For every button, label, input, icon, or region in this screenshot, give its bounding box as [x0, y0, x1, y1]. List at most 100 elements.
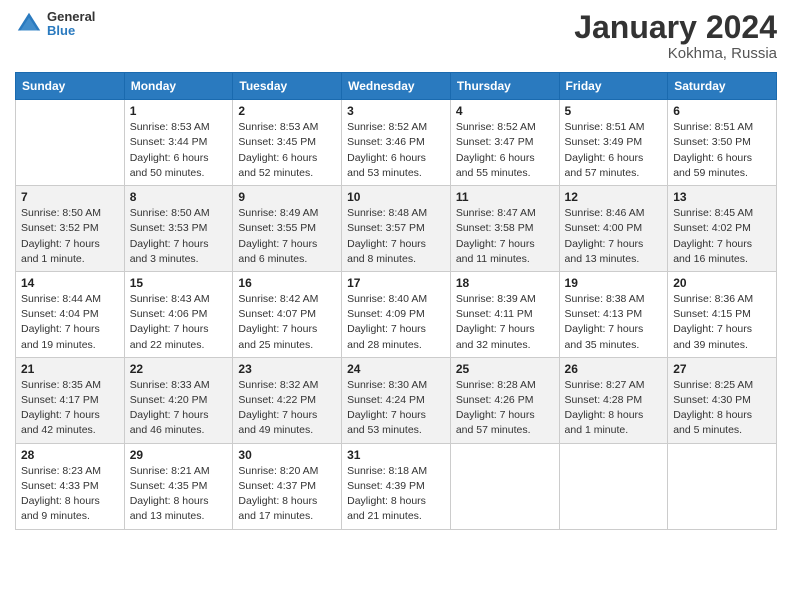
day-info: Sunrise: 8:40 AMSunset: 4:09 PMDaylight:…	[347, 292, 445, 353]
day-info: Sunrise: 8:50 AMSunset: 3:53 PMDaylight:…	[130, 206, 228, 267]
day-number: 20	[673, 276, 771, 290]
day-info: Sunrise: 8:52 AMSunset: 3:47 PMDaylight:…	[456, 120, 554, 181]
calendar-cell: 11Sunrise: 8:47 AMSunset: 3:58 PMDayligh…	[450, 186, 559, 272]
calendar-cell: 31 Sunrise: 8:18 AMSunset: 4:39 PMDayligh…	[342, 443, 451, 529]
day-info: Sunrise: 8:51 AMSunset: 3:50 PMDaylight:…	[673, 120, 771, 181]
day-number: 11	[456, 190, 554, 204]
day-number: 7	[21, 190, 119, 204]
day-info: Sunrise: 8:35 AMSunset: 4:17 PMDaylight:…	[21, 378, 119, 439]
calendar-cell: 4 Sunrise: 8:52 AMSunset: 3:47 PMDaylight…	[450, 100, 559, 186]
day-info: Sunrise: 8:36 AMSunset: 4:15 PMDaylight:…	[673, 292, 771, 353]
day-info: Sunrise: 8:20 AMSunset: 4:37 PMDaylight:…	[238, 464, 336, 525]
logo-text: General Blue	[47, 10, 95, 39]
calendar-cell: 29Sunrise: 8:21 AMSunset: 4:35 PMDayligh…	[124, 443, 233, 529]
day-number: 5	[565, 104, 663, 118]
day-info: Sunrise: 8:50 AMSunset: 3:52 PMDaylight:…	[21, 206, 119, 267]
day-number: 6	[673, 104, 771, 118]
day-info: Sunrise: 8:25 AMSunset: 4:30 PMDaylight:…	[673, 378, 771, 439]
day-number: 21	[21, 362, 119, 376]
calendar-cell: 3 Sunrise: 8:52 AMSunset: 3:46 PMDaylight…	[342, 100, 451, 186]
calendar-week-row: 28 Sunrise: 8:23 AMSunset: 4:33 PMDayligh…	[16, 443, 777, 529]
calendar-cell: 13 Sunrise: 8:45 AMSunset: 4:02 PMDayligh…	[668, 186, 777, 272]
column-header-friday: Friday	[559, 73, 668, 100]
location: Kokhma, Russia	[574, 45, 777, 62]
day-info: Sunrise: 8:44 AMSunset: 4:04 PMDaylight:…	[21, 292, 119, 353]
column-header-wednesday: Wednesday	[342, 73, 451, 100]
calendar-cell: 9 Sunrise: 8:49 AMSunset: 3:55 PMDaylight…	[233, 186, 342, 272]
day-number: 12	[565, 190, 663, 204]
day-info: Sunrise: 8:33 AMSunset: 4:20 PMDaylight:…	[130, 378, 228, 439]
calendar-cell: 24 Sunrise: 8:30 AMSunset: 4:24 PMDayligh…	[342, 357, 451, 443]
calendar-cell	[559, 443, 668, 529]
day-info: Sunrise: 8:42 AMSunset: 4:07 PMDaylight:…	[238, 292, 336, 353]
calendar-cell: 10Sunrise: 8:48 AMSunset: 3:57 PMDayligh…	[342, 186, 451, 272]
day-number: 15	[130, 276, 228, 290]
calendar-cell: 23Sunrise: 8:32 AMSunset: 4:22 PMDayligh…	[233, 357, 342, 443]
calendar-cell: 27 Sunrise: 8:25 AMSunset: 4:30 PMDayligh…	[668, 357, 777, 443]
calendar-cell: 19Sunrise: 8:38 AMSunset: 4:13 PMDayligh…	[559, 271, 668, 357]
day-info: Sunrise: 8:53 AMSunset: 3:44 PMDaylight:…	[130, 120, 228, 181]
day-info: Sunrise: 8:30 AMSunset: 4:24 PMDaylight:…	[347, 378, 445, 439]
day-info: Sunrise: 8:45 AMSunset: 4:02 PMDaylight:…	[673, 206, 771, 267]
day-info: Sunrise: 8:27 AMSunset: 4:28 PMDaylight:…	[565, 378, 663, 439]
calendar-header-row: SundayMondayTuesdayWednesdayThursdayFrid…	[16, 73, 777, 100]
day-number: 24	[347, 362, 445, 376]
day-number: 31	[347, 448, 445, 462]
logo-line1: General	[47, 10, 95, 24]
day-number: 14	[21, 276, 119, 290]
day-info: Sunrise: 8:43 AMSunset: 4:06 PMDaylight:…	[130, 292, 228, 353]
column-header-monday: Monday	[124, 73, 233, 100]
calendar-cell: 6 Sunrise: 8:51 AMSunset: 3:50 PMDaylight…	[668, 100, 777, 186]
calendar-cell: 16 Sunrise: 8:42 AMSunset: 4:07 PMDayligh…	[233, 271, 342, 357]
day-number: 10	[347, 190, 445, 204]
page-header: General Blue January 2024 Kokhma, Russia	[15, 10, 777, 62]
day-number: 28	[21, 448, 119, 462]
day-info: Sunrise: 8:23 AMSunset: 4:33 PMDaylight:…	[21, 464, 119, 525]
calendar-week-row: 21 Sunrise: 8:35 AMSunset: 4:17 PMDayligh…	[16, 357, 777, 443]
day-number: 3	[347, 104, 445, 118]
calendar-week-row: 7 Sunrise: 8:50 AMSunset: 3:52 PMDaylight…	[16, 186, 777, 272]
calendar-cell: 15 Sunrise: 8:43 AMSunset: 4:06 PMDayligh…	[124, 271, 233, 357]
calendar-cell	[668, 443, 777, 529]
day-info: Sunrise: 8:52 AMSunset: 3:46 PMDaylight:…	[347, 120, 445, 181]
day-number: 27	[673, 362, 771, 376]
day-info: Sunrise: 8:53 AMSunset: 3:45 PMDaylight:…	[238, 120, 336, 181]
column-header-tuesday: Tuesday	[233, 73, 342, 100]
day-number: 16	[238, 276, 336, 290]
calendar-cell: 17 Sunrise: 8:40 AMSunset: 4:09 PMDayligh…	[342, 271, 451, 357]
day-info: Sunrise: 8:32 AMSunset: 4:22 PMDaylight:…	[238, 378, 336, 439]
day-number: 22	[130, 362, 228, 376]
calendar-cell: 25Sunrise: 8:28 AMSunset: 4:26 PMDayligh…	[450, 357, 559, 443]
day-number: 9	[238, 190, 336, 204]
calendar-cell: 26 Sunrise: 8:27 AMSunset: 4:28 PMDayligh…	[559, 357, 668, 443]
calendar-cell	[450, 443, 559, 529]
day-info: Sunrise: 8:46 AMSunset: 4:00 PMDaylight:…	[565, 206, 663, 267]
day-info: Sunrise: 8:39 AMSunset: 4:11 PMDaylight:…	[456, 292, 554, 353]
day-number: 1	[130, 104, 228, 118]
day-info: Sunrise: 8:49 AMSunset: 3:55 PMDaylight:…	[238, 206, 336, 267]
day-number: 25	[456, 362, 554, 376]
calendar-cell: 21 Sunrise: 8:35 AMSunset: 4:17 PMDayligh…	[16, 357, 125, 443]
day-number: 30	[238, 448, 336, 462]
logo-line2: Blue	[47, 24, 95, 38]
title-block: January 2024 Kokhma, Russia	[574, 10, 777, 62]
column-header-saturday: Saturday	[668, 73, 777, 100]
calendar-cell: 7 Sunrise: 8:50 AMSunset: 3:52 PMDaylight…	[16, 186, 125, 272]
day-number: 19	[565, 276, 663, 290]
day-info: Sunrise: 8:18 AMSunset: 4:39 PMDaylight:…	[347, 464, 445, 525]
calendar-cell: 12 Sunrise: 8:46 AMSunset: 4:00 PMDayligh…	[559, 186, 668, 272]
calendar-week-row: 14 Sunrise: 8:44 AMSunset: 4:04 PMDayligh…	[16, 271, 777, 357]
day-number: 13	[673, 190, 771, 204]
calendar-cell: 2 Sunrise: 8:53 AMSunset: 3:45 PMDaylight…	[233, 100, 342, 186]
calendar-cell: 30 Sunrise: 8:20 AMSunset: 4:37 PMDayligh…	[233, 443, 342, 529]
column-header-sunday: Sunday	[16, 73, 125, 100]
calendar-table: SundayMondayTuesdayWednesdayThursdayFrid…	[15, 72, 777, 529]
day-number: 4	[456, 104, 554, 118]
logo: General Blue	[15, 10, 95, 39]
calendar-cell: 28 Sunrise: 8:23 AMSunset: 4:33 PMDayligh…	[16, 443, 125, 529]
day-number: 2	[238, 104, 336, 118]
day-number: 26	[565, 362, 663, 376]
day-number: 17	[347, 276, 445, 290]
calendar-cell	[16, 100, 125, 186]
calendar-cell: 5Sunrise: 8:51 AMSunset: 3:49 PMDaylight…	[559, 100, 668, 186]
